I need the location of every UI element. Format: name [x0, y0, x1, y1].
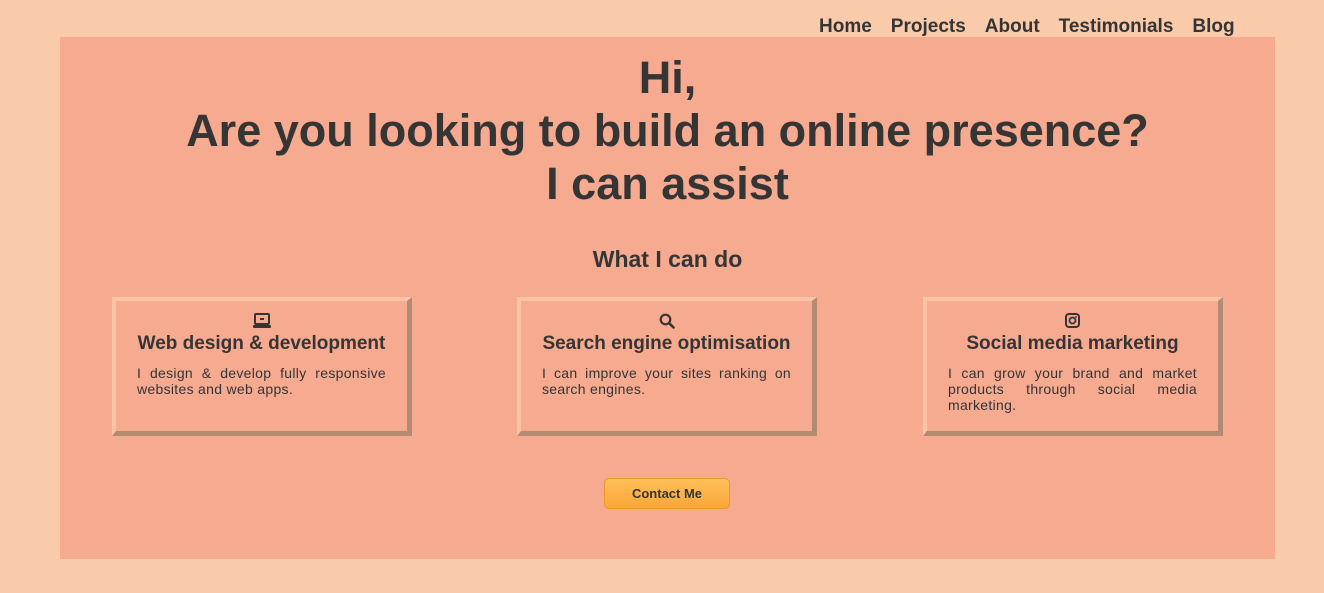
- hero-section: Hi, Are you looking to build an online p…: [60, 37, 1275, 559]
- service-title: Search engine optimisation: [542, 333, 791, 354]
- main-nav: Home Projects About Testimonials Blog: [819, 16, 1235, 38]
- service-description: I design & develop fully responsive webs…: [137, 365, 386, 397]
- contact-me-button[interactable]: Contact Me: [604, 478, 730, 509]
- service-description: I can grow your brand and market product…: [948, 365, 1197, 413]
- headline-question: Are you looking to build an online prese…: [186, 105, 1149, 156]
- nav-link-projects[interactable]: Projects: [891, 16, 966, 38]
- headline-greeting: Hi,: [638, 52, 697, 103]
- instagram-icon: [927, 313, 1218, 328]
- nav-link-testimonials[interactable]: Testimonials: [1059, 16, 1174, 38]
- search-icon: [521, 313, 812, 329]
- laptop-icon: [116, 313, 407, 329]
- hero-headline: Hi, Are you looking to build an online p…: [60, 51, 1275, 210]
- nav-link-blog[interactable]: Blog: [1192, 16, 1234, 38]
- nav-link-home[interactable]: Home: [819, 16, 872, 38]
- service-title: Web design & development: [137, 333, 386, 354]
- services-heading: What I can do: [592, 246, 743, 272]
- service-card-seo: Search engine optimisation I can improve…: [517, 297, 817, 436]
- service-description: I can improve your sites ranking on sear…: [542, 365, 791, 397]
- service-title: Social media marketing: [966, 333, 1179, 354]
- headline-offer: I can assist: [546, 158, 789, 209]
- service-card-web-design: Web design & development I design & deve…: [112, 297, 412, 436]
- page: Home Projects About Testimonials Blog Hi…: [0, 0, 1324, 593]
- nav-link-about[interactable]: About: [985, 16, 1040, 38]
- service-card-social-media: Social media marketing I can grow your b…: [923, 297, 1223, 436]
